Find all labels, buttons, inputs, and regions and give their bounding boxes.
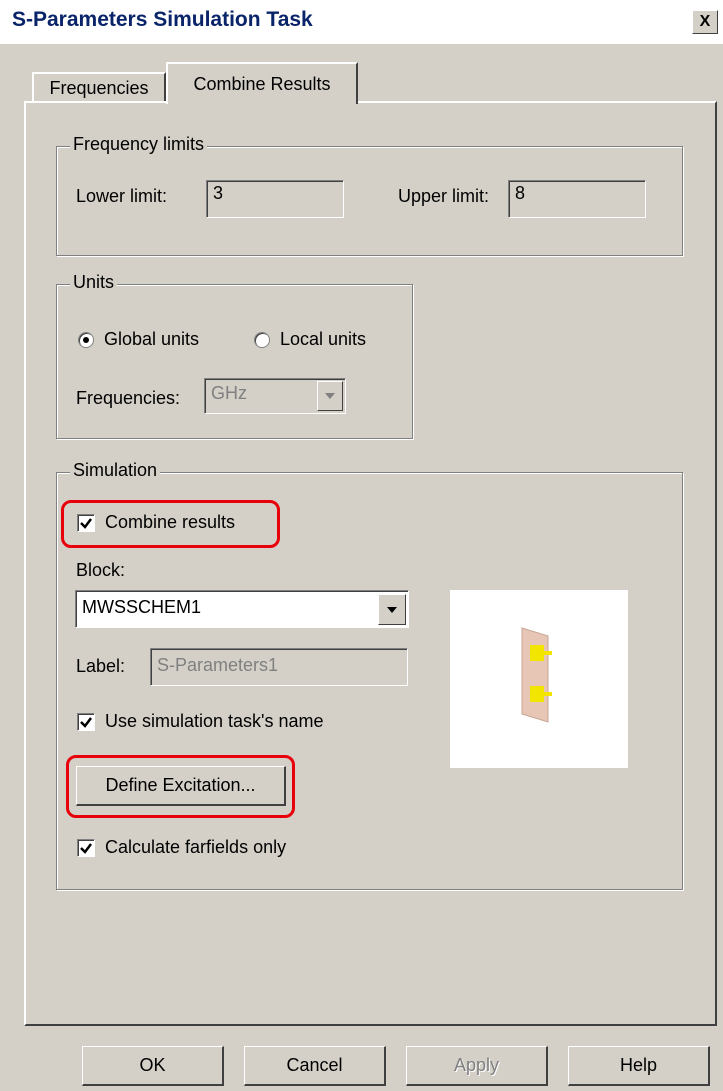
label-value: S-Parameters1 <box>157 655 279 675</box>
ok-label: OK <box>139 1055 166 1075</box>
block-value: MWSSCHEM1 <box>82 597 202 617</box>
checkbox-checked-icon <box>77 712 95 731</box>
cancel-button[interactable]: Cancel <box>244 1046 386 1086</box>
units-legend: Units <box>70 272 118 293</box>
ok-button[interactable]: OK <box>82 1046 224 1086</box>
block-preview-image <box>450 590 628 768</box>
block-dropdown-button[interactable] <box>378 594 406 625</box>
highlight-define-excitation <box>66 755 295 818</box>
chevron-down-icon <box>325 393 335 399</box>
lower-limit-label: Lower limit: <box>76 186 168 206</box>
help-label: Help <box>619 1055 658 1075</box>
tab-frequencies-label: Frequencies <box>49 77 149 98</box>
frequencies-label: Frequencies: <box>76 388 181 408</box>
block-dropdown[interactable]: MWSSCHEM1 <box>75 590 409 628</box>
local-units-label: Local units <box>280 329 367 349</box>
calc-farfields-label: Calculate farfields only <box>105 837 287 857</box>
simulation-legend: Simulation <box>70 460 161 481</box>
units-group <box>56 284 413 439</box>
use-task-name-label: Use simulation task's name <box>105 711 324 731</box>
cancel-label: Cancel <box>286 1055 343 1075</box>
label-field[interactable]: S-Parameters1 <box>150 648 408 686</box>
apply-label: Apply <box>453 1055 500 1075</box>
local-units-radio[interactable]: Local units <box>254 329 366 350</box>
antenna-preview-icon <box>521 627 552 723</box>
upper-limit-label: Upper limit: <box>398 186 490 206</box>
tab-frequencies[interactable]: Frequencies <box>32 72 166 102</box>
frequencies-value: GHz <box>211 383 247 403</box>
lower-limit-field[interactable]: 3 <box>206 180 344 218</box>
tab-combine-results[interactable]: Combine Results <box>166 62 358 104</box>
calc-farfields-checkbox[interactable]: Calculate farfields only <box>77 837 286 858</box>
radio-selected-icon <box>78 331 94 348</box>
close-button[interactable]: X <box>692 10 718 34</box>
window-title: S-Parameters Simulation Task <box>12 8 313 31</box>
label-label: Label: <box>76 656 126 676</box>
block-label: Block: <box>76 560 126 580</box>
highlight-combine-results <box>61 500 280 548</box>
checkbox-checked-icon <box>77 838 95 857</box>
title-bar: S-Parameters Simulation Task X <box>0 0 723 44</box>
frequency-limits-legend: Frequency limits <box>70 134 208 155</box>
upper-limit-field[interactable]: 8 <box>508 180 646 218</box>
chevron-down-icon <box>387 606 397 613</box>
close-icon: X <box>699 13 711 30</box>
use-task-name-checkbox[interactable]: Use simulation task's name <box>77 711 324 732</box>
global-units-radio[interactable]: Global units <box>78 329 199 350</box>
frequencies-dropdown-button[interactable] <box>317 381 343 411</box>
tab-combine-results-label: Combine Results <box>193 73 331 94</box>
apply-button[interactable]: Apply <box>406 1046 548 1086</box>
radio-unselected-icon <box>254 331 270 348</box>
global-units-label: Global units <box>104 329 200 349</box>
help-button[interactable]: Help <box>568 1046 710 1086</box>
